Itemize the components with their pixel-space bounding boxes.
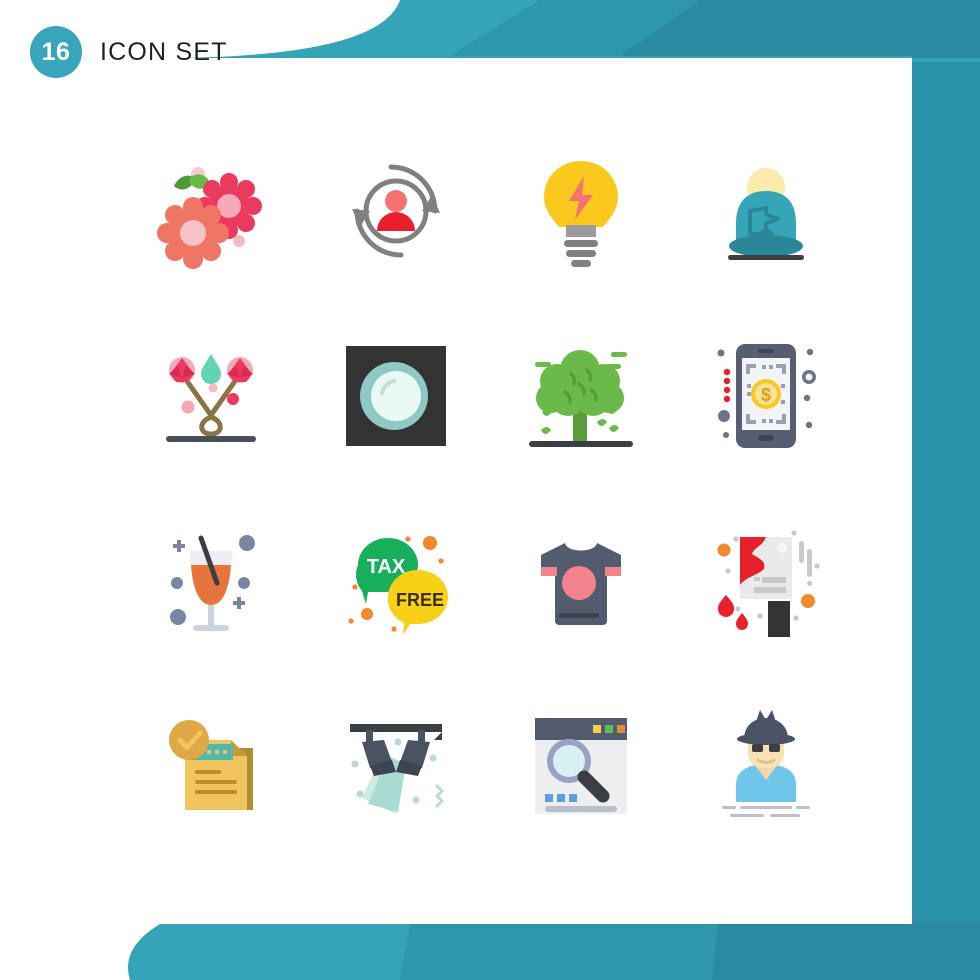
lightbulb-energy-icon xyxy=(543,160,618,267)
icon-set-page: 16 Icon Set xyxy=(0,0,980,980)
right-accent-bar xyxy=(912,0,980,980)
icon-cell-14[interactable] xyxy=(303,673,488,858)
icon-count-badge: 16 xyxy=(30,26,82,78)
page-title: Icon Set xyxy=(100,37,228,66)
page-header: 16 Icon Set xyxy=(30,26,228,78)
icon-cell-11[interactable] xyxy=(488,488,673,673)
mobile-payment-scan-icon: $ xyxy=(717,343,816,448)
icon-grid: $ TAX FREE xyxy=(118,118,858,858)
browser-search-icon xyxy=(534,717,627,814)
stage-spotlights-icon xyxy=(349,723,444,814)
cocktail-glass-icon xyxy=(169,534,255,631)
icon-cell-6[interactable] xyxy=(303,303,488,488)
poster-paint-icon xyxy=(717,529,820,637)
camera-lens-icon xyxy=(345,345,446,446)
tshirt-icon xyxy=(540,542,621,625)
tax-bubble-label: TAX xyxy=(366,556,405,578)
icon-cell-8[interactable]: $ xyxy=(673,303,858,488)
icon-cell-5[interactable] xyxy=(118,303,303,488)
icon-cell-15[interactable] xyxy=(488,673,673,858)
tax-free-bubbles-icon: TAX FREE xyxy=(347,535,448,635)
icon-cell-1[interactable] xyxy=(118,118,303,303)
flowers-blossom-icon xyxy=(156,166,262,269)
tree-leaves-icon xyxy=(528,349,633,447)
icon-cell-7[interactable] xyxy=(488,303,673,488)
icon-cell-16[interactable] xyxy=(673,673,858,858)
icon-cell-13[interactable] xyxy=(118,673,303,858)
icon-cell-2[interactable] xyxy=(303,118,488,303)
spa-crossed-flowers-icon xyxy=(165,353,256,442)
icon-cell-9[interactable] xyxy=(118,488,303,673)
svg-text:$: $ xyxy=(760,385,770,405)
user-refresh-cycle-icon xyxy=(351,164,440,257)
icon-cell-4[interactable] xyxy=(673,118,858,303)
approved-document-icon xyxy=(168,719,253,810)
icon-cell-12[interactable] xyxy=(673,488,858,673)
free-bubble-label: FREE xyxy=(395,590,443,610)
icon-cell-10[interactable]: TAX FREE xyxy=(303,488,488,673)
person-meditation-icon xyxy=(727,167,804,260)
icon-cell-3[interactable] xyxy=(488,118,673,303)
spy-detective-icon xyxy=(721,709,810,817)
bottom-banner-decoration xyxy=(128,922,980,980)
